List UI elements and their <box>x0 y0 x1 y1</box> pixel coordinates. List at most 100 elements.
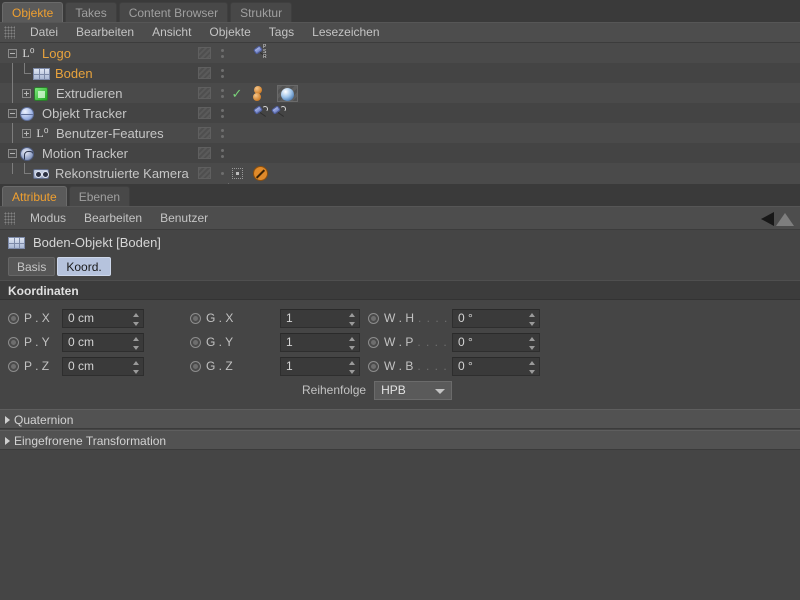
disabled-tag-icon[interactable] <box>253 165 268 181</box>
table-row[interactable]: L⁰ Logo PSR <box>0 43 800 63</box>
expander-collapse-icon[interactable] <box>8 108 17 118</box>
visibility-dots[interactable] <box>215 148 229 158</box>
visibility-dots[interactable] <box>215 108 229 118</box>
expander-expand-icon[interactable] <box>22 128 31 138</box>
spinner-icon[interactable] <box>132 360 139 374</box>
grip-handle-icon[interactable] <box>4 26 15 39</box>
expander-collapse-icon[interactable] <box>8 148 17 158</box>
constraint-tag-icon[interactable] <box>271 104 286 121</box>
visibility-dots[interactable] <box>215 88 229 98</box>
visibility-dots[interactable] <box>215 128 229 138</box>
rotation-p-radio[interactable] <box>368 336 379 348</box>
layer-swatch-icon <box>197 127 211 139</box>
menu-bearbeiten[interactable]: Bearbeiten <box>75 209 151 228</box>
visibility-dots[interactable] <box>215 48 229 58</box>
object-name[interactable]: Logo <box>42 46 71 61</box>
scale-y-input[interactable]: 1 <box>280 332 360 352</box>
position-x-group: P . X 0 cm <box>0 308 190 328</box>
object-name[interactable]: Motion Tracker <box>42 146 128 161</box>
frozen-transform-section[interactable]: Eingefrorene Transformation <box>0 430 800 450</box>
scale-z-label: G . Z <box>206 359 233 373</box>
menu-modus[interactable]: Modus <box>21 209 75 228</box>
table-row[interactable]: Boden <box>0 63 800 83</box>
layer-cell[interactable] <box>193 127 215 139</box>
spinner-icon[interactable] <box>348 360 355 374</box>
tab-objekte[interactable]: Objekte <box>2 2 64 22</box>
material-tag-icon[interactable] <box>277 84 298 102</box>
tab-attribute[interactable]: Attribute <box>2 186 67 206</box>
visibility-dots[interactable] <box>215 171 229 175</box>
object-manager-panel[interactable]: L⁰ Logo PSR Boden Extrudieren ✓ Objekt T… <box>0 43 800 184</box>
menu-bearbeiten[interactable]: Bearbeiten <box>67 23 143 42</box>
object-name[interactable]: Rekonstruierte Kamera <box>55 166 189 181</box>
layer-cell[interactable] <box>193 167 215 179</box>
scale-x-input[interactable]: 1 <box>280 308 360 328</box>
position-y-input[interactable]: 0 cm <box>62 332 144 352</box>
position-x-input[interactable]: 0 cm <box>62 308 144 328</box>
menu-tags[interactable]: Tags <box>260 23 303 42</box>
psr-tag-icon[interactable]: PSR <box>253 44 268 61</box>
layer-cell[interactable] <box>193 87 215 99</box>
tab-takes[interactable]: Takes <box>65 2 117 22</box>
rotation-order-select[interactable]: HPB <box>374 380 453 400</box>
menu-benutzer[interactable]: Benutzer <box>151 209 217 228</box>
quaternion-section[interactable]: Quaternion <box>0 409 800 429</box>
grip-handle-icon[interactable] <box>4 211 15 225</box>
expander-expand-icon[interactable] <box>22 88 31 98</box>
expander-collapse-icon[interactable] <box>8 48 17 58</box>
mark-cell[interactable] <box>229 167 245 179</box>
rotation-b-input[interactable]: 0 ° <box>452 356 540 376</box>
rotation-p-group: W . P . . . . . . <box>360 335 464 349</box>
tab-label: Takes <box>75 6 107 20</box>
constraint-tag-icon[interactable] <box>253 104 268 121</box>
subtab-koord[interactable]: Koord. <box>57 257 111 276</box>
object-name[interactable]: Objekt Tracker <box>42 106 127 121</box>
scale-z-radio[interactable] <box>190 360 201 372</box>
position-y-radio[interactable] <box>8 336 19 348</box>
object-name[interactable]: Boden <box>55 66 93 81</box>
layer-cell[interactable] <box>193 47 215 59</box>
rotation-h-radio[interactable] <box>368 312 379 324</box>
spinner-icon[interactable] <box>528 336 535 350</box>
visibility-dots[interactable] <box>215 68 229 78</box>
rotation-b-radio[interactable] <box>368 360 379 372</box>
back-navigation-button[interactable] <box>738 209 794 229</box>
rotation-h-input[interactable]: 0 ° <box>452 308 540 328</box>
menu-lesezeichen[interactable]: Lesezeichen <box>303 23 388 42</box>
spinner-icon[interactable] <box>132 312 139 326</box>
spinner-icon[interactable] <box>348 312 355 326</box>
scale-y-radio[interactable] <box>190 336 201 348</box>
table-row[interactable]: Motion Tracker <box>0 143 800 163</box>
table-row[interactable]: L⁰ Benutzer-Features <box>0 123 800 143</box>
position-z-input[interactable]: 0 cm <box>62 356 144 376</box>
material-dots-icon[interactable] <box>253 85 274 101</box>
position-z-radio[interactable] <box>8 360 19 372</box>
position-z-label: P . Z <box>24 359 50 373</box>
rotation-p-input[interactable]: 0 ° <box>452 332 540 352</box>
menu-ansicht[interactable]: Ansicht <box>143 23 200 42</box>
layer-cell[interactable] <box>193 107 215 119</box>
tree-cell: Rekonstruierte Kamera <box>0 163 193 183</box>
spinner-icon[interactable] <box>132 336 139 350</box>
object-name[interactable]: Benutzer-Features <box>56 126 164 141</box>
spinner-icon[interactable] <box>528 312 535 326</box>
tab-struktur[interactable]: Struktur <box>230 2 293 22</box>
scale-x-radio[interactable] <box>190 312 201 324</box>
spinner-icon[interactable] <box>348 336 355 350</box>
tab-ebenen[interactable]: Ebenen <box>68 186 131 206</box>
table-row[interactable]: Objekt Tracker <box>0 103 800 123</box>
rotation-h-group: W . H . . . . . <box>360 311 456 325</box>
table-row[interactable]: Extrudieren ✓ <box>0 83 800 103</box>
menu-objekte[interactable]: Objekte <box>200 23 259 42</box>
menu-datei[interactable]: Datei <box>21 23 67 42</box>
scale-z-input[interactable]: 1 <box>280 356 360 376</box>
tab-content-browser[interactable]: Content Browser <box>118 2 229 22</box>
layer-cell[interactable] <box>193 147 215 159</box>
object-name[interactable]: Extrudieren <box>56 86 122 101</box>
layer-cell[interactable] <box>193 67 215 79</box>
position-x-radio[interactable] <box>8 312 19 324</box>
table-row[interactable]: Rekonstruierte Kamera <box>0 163 800 183</box>
spinner-icon[interactable] <box>528 360 535 374</box>
scale-y-label: G . Y <box>206 335 234 349</box>
subtab-basis[interactable]: Basis <box>8 257 56 276</box>
